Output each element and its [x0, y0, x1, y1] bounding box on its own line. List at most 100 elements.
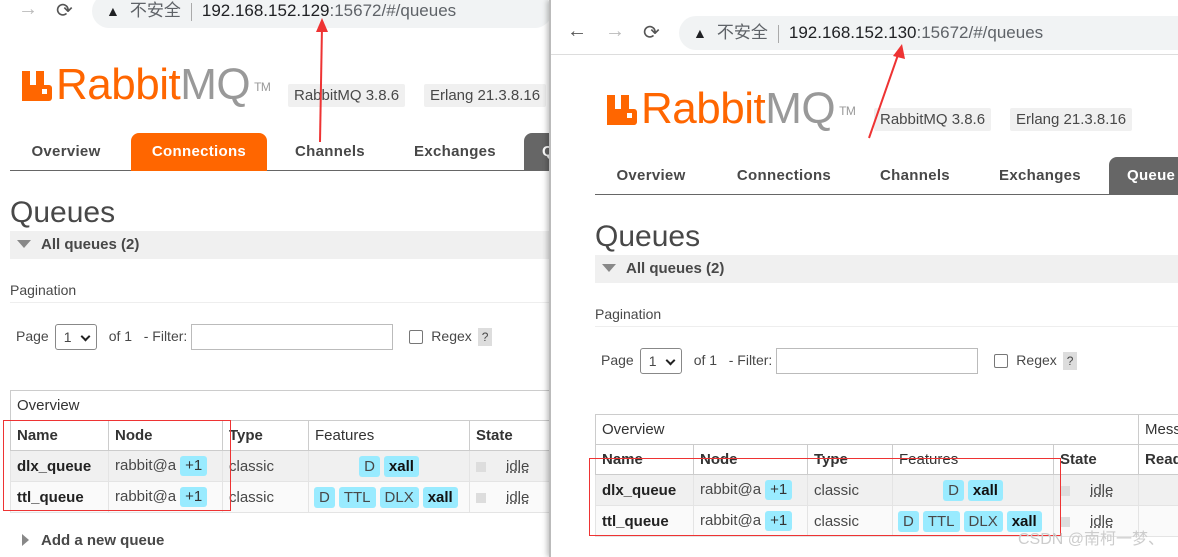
annotation-highlight-box: [3, 420, 231, 511]
state-indicator-icon: [476, 492, 486, 503]
regex-label: Regex: [1016, 352, 1057, 368]
feature-badge: xall: [383, 455, 419, 477]
state-indicator-icon: [1060, 485, 1070, 496]
left-browser-window: → ⟳ ▲ 不安全 192.168.152.129:15672/#/queues R…: [0, 0, 549, 557]
filter-input[interactable]: [191, 324, 394, 351]
brand-tm: TM: [839, 104, 856, 119]
forward-icon[interactable]: →: [18, 0, 38, 21]
forward-icon[interactable]: →: [605, 20, 625, 43]
url-path: :15672/#/queues: [916, 23, 1044, 42]
rabbitmq-logo: RabbitMQ TM: [607, 84, 856, 134]
queue-state: idle: [468, 450, 549, 482]
filter-input[interactable]: [776, 348, 979, 375]
feature-badge: xall: [422, 486, 458, 508]
warning-icon: ▲: [106, 3, 120, 19]
page-select-value: 1: [63, 329, 72, 346]
col-state[interactable]: State: [468, 420, 549, 451]
url-path: :15672/#/queues: [329, 1, 457, 20]
tab-connections[interactable]: Connections: [716, 157, 852, 195]
tab-queues[interactable]: Queue: [1109, 157, 1178, 195]
brand-rabbit: Rabbit: [56, 60, 181, 109]
brand-tm: TM: [254, 80, 271, 95]
watermark: CSDN @南柯一梦、: [1017, 531, 1164, 548]
brand-mq: MQ: [180, 60, 251, 109]
annotation-highlight-box: [589, 458, 1061, 536]
of-pages-label: of 1: [693, 352, 718, 368]
regex-help-button[interactable]: ?: [477, 328, 493, 347]
tab-channels[interactable]: Channels: [272, 133, 388, 171]
col-state[interactable]: State: [1052, 444, 1140, 475]
all-queues-section[interactable]: All queues (2): [595, 255, 1178, 283]
rabbitmq-mark-icon: [22, 71, 52, 101]
queue-ready: [1138, 474, 1178, 506]
feature-badge: D: [314, 486, 335, 508]
insecure-label: 不安全: [716, 23, 768, 42]
state-text: idle: [506, 488, 530, 506]
feature-badge: D: [359, 455, 380, 477]
tab-queues[interactable]: Q: [524, 133, 549, 171]
erlang-version: Erlang 21.3.8.16: [1010, 108, 1133, 131]
messages-group-header: Mess: [1138, 414, 1178, 445]
collapse-triangle-icon: [602, 264, 616, 272]
section-label: All queues (2): [626, 260, 725, 277]
queue-type: classic: [222, 450, 309, 482]
reload-icon[interactable]: ⟳: [56, 0, 73, 23]
tab-exchanges[interactable]: Exchanges: [395, 133, 515, 171]
rabbitmq-logo: RabbitMQ TM: [22, 60, 271, 110]
tab-overview[interactable]: Overview: [595, 157, 707, 195]
queue-type: classic: [222, 481, 309, 513]
page-label: Page: [16, 328, 49, 344]
queue-features: D TTL DLX xall: [308, 481, 470, 513]
pagination-controls: Page 1 of 1 - Filter: Regex?: [601, 346, 1078, 375]
regex-label: Regex: [431, 328, 472, 344]
add-queue-toggle[interactable]: Add a new queue: [22, 532, 164, 549]
regex-checkbox[interactable]: [409, 330, 424, 345]
toolbar-divider: [551, 54, 1178, 55]
main-tabs: Overview Connections Channels Exchanges …: [10, 133, 549, 171]
pagination-controls: Page 1 of 1 - Filter: Regex?: [16, 322, 493, 351]
regex-checkbox[interactable]: [994, 354, 1009, 369]
tab-channels[interactable]: Channels: [857, 157, 973, 195]
url-bar[interactable]: ▲ 不安全 192.168.152.130:15672/#/queues: [679, 16, 1178, 50]
page-select[interactable]: 1: [639, 348, 682, 375]
state-text: idle: [506, 457, 530, 475]
url-bar[interactable]: ▲ 不安全 192.168.152.129:15672/#/queues: [92, 0, 549, 28]
page-select[interactable]: 1: [54, 324, 97, 351]
insecure-label: 不安全: [129, 1, 181, 20]
address-bar-area: ← → ⟳ ▲ 不安全 192.168.152.130:15672/#/queues: [551, 14, 1178, 50]
reload-icon[interactable]: ⟳: [643, 20, 660, 45]
rabbitmq-version: RabbitMQ 3.8.6: [874, 108, 992, 131]
tab-exchanges[interactable]: Exchanges: [980, 157, 1100, 195]
rabbitmq-version: RabbitMQ 3.8.6: [288, 84, 406, 107]
url-host: 192.168.152.129: [201, 1, 330, 20]
queue-state: idle: [1052, 474, 1140, 506]
main-tabs: Overview Connections Channels Exchanges …: [595, 157, 1178, 195]
col-ready[interactable]: Read: [1138, 444, 1178, 475]
filter-label: - Filter:: [143, 328, 188, 344]
address-bar-area: → ⟳ ▲ 不安全 192.168.152.129:15672/#/queues: [0, 0, 549, 28]
page-title: Queues: [10, 196, 116, 229]
col-type[interactable]: Type: [222, 420, 309, 451]
collapse-triangle-icon: [17, 240, 31, 248]
filter-label: - Filter:: [728, 352, 773, 368]
right-browser-window: ← → ⟳ ▲ 不安全 192.168.152.130:15672/#/queues…: [549, 0, 1178, 557]
section-label: All queues (2): [41, 236, 140, 253]
back-icon[interactable]: ←: [567, 20, 587, 43]
pagination-label: Pagination: [595, 306, 1178, 327]
page-title: Queues: [595, 220, 701, 253]
page-select-value: 1: [648, 353, 657, 370]
warning-icon: ▲: [693, 25, 707, 41]
regex-help-button[interactable]: ?: [1062, 352, 1078, 371]
overview-group-header: Overview: [9, 390, 549, 421]
pagination-label: Pagination: [10, 282, 549, 303]
tab-overview[interactable]: Overview: [10, 133, 122, 171]
state-indicator-icon: [476, 461, 486, 472]
brand-mq: MQ: [765, 84, 836, 133]
page-label: Page: [601, 352, 634, 368]
tab-connections[interactable]: Connections: [131, 133, 267, 171]
queue-features: Dxall: [308, 450, 470, 482]
queue-state: idle: [468, 481, 549, 513]
feature-badge: DLX: [379, 486, 419, 508]
all-queues-section[interactable]: All queues (2): [10, 231, 549, 259]
url-host: 192.168.152.130: [788, 23, 917, 42]
